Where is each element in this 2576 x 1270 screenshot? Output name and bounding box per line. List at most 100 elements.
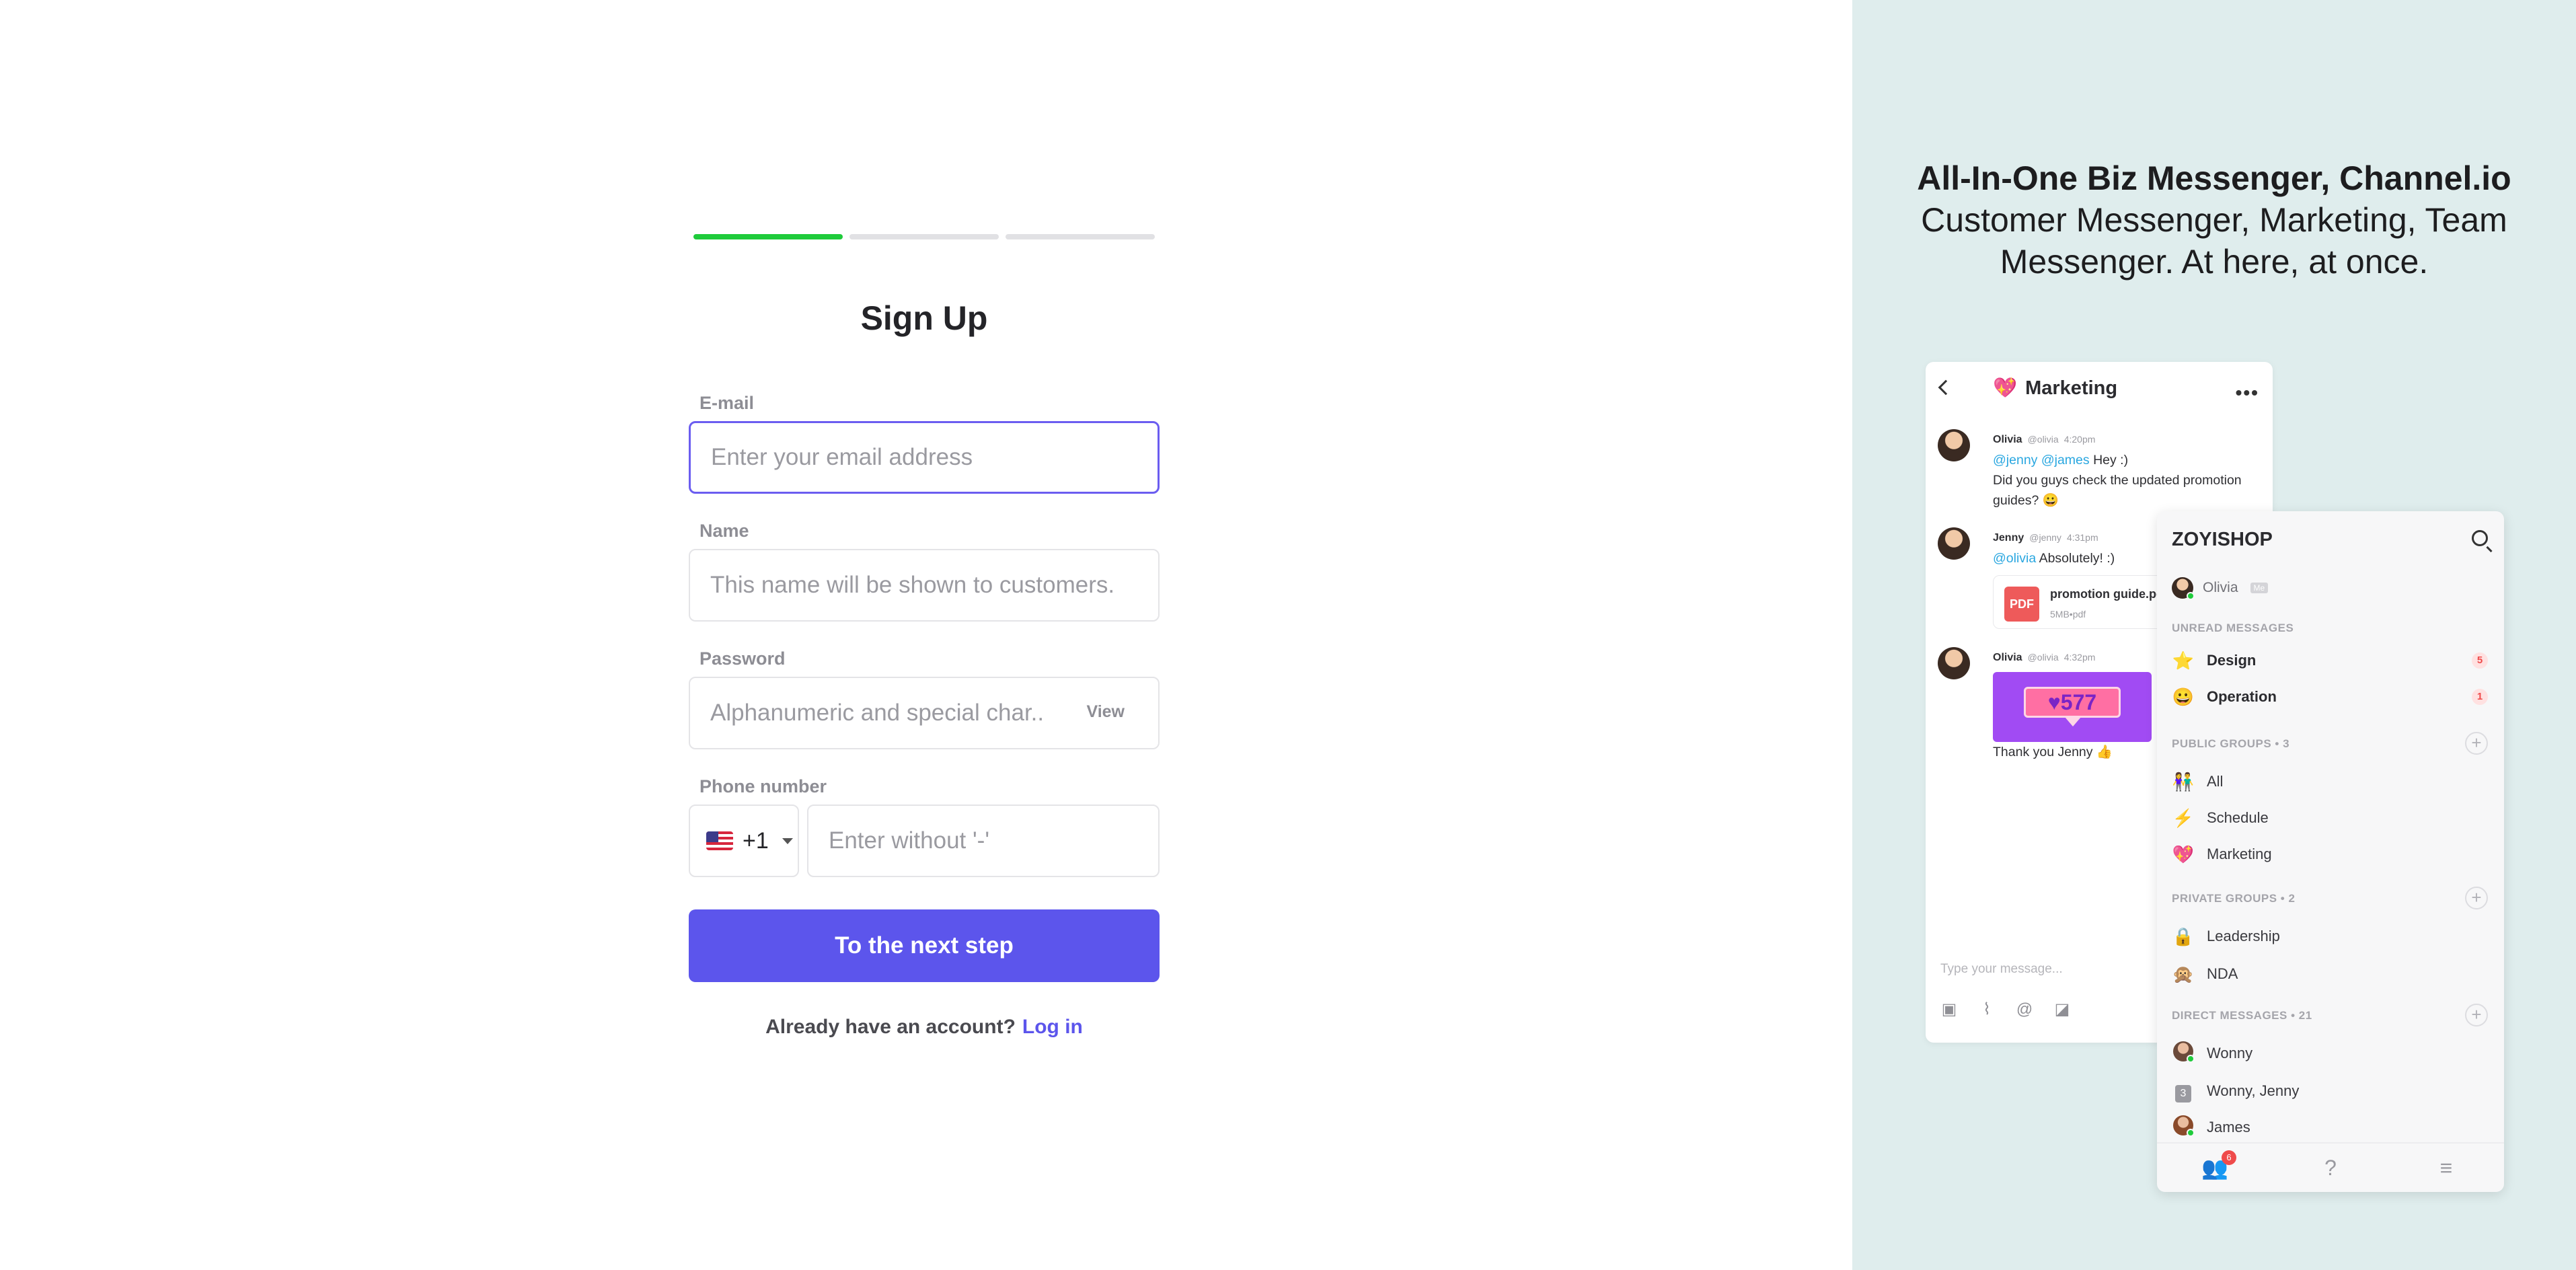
sidebar-item-operation[interactable]: 😀 Operation 1 bbox=[2172, 683, 2491, 710]
private-groups-header: PRIVATE GROUPS • 2 bbox=[2172, 892, 2296, 905]
avatar bbox=[1938, 429, 1970, 461]
login-link[interactable]: Log in bbox=[1022, 1016, 1083, 1038]
unread-badge: 5 bbox=[2472, 652, 2488, 669]
message-author: Olivia bbox=[1993, 434, 2022, 445]
image-icon[interactable]: ▣ bbox=[1940, 1001, 1958, 1018]
view-password-button[interactable]: View bbox=[1086, 702, 1125, 722]
monkey-icon: 🙊 bbox=[2172, 963, 2195, 984]
workspace-name: ZOYISHOP bbox=[2172, 529, 2273, 550]
message-author: Olivia bbox=[1993, 652, 2022, 663]
more-icon[interactable]: ••• bbox=[2236, 382, 2259, 404]
current-user[interactable]: Olivia Me bbox=[2172, 577, 2269, 600]
tab-badge: 6 bbox=[2222, 1150, 2236, 1165]
sidebar-item-design[interactable]: ⭐ Design 5 bbox=[2172, 647, 2491, 674]
file-size: 5MB•pdf bbox=[2050, 609, 2086, 620]
mention-icon[interactable]: @ bbox=[2016, 1001, 2033, 1018]
phone-field[interactable] bbox=[808, 806, 1158, 876]
sidebar-item-label: Operation bbox=[2207, 688, 2277, 705]
sidebar-item-leadership[interactable]: 🔒 Leadership bbox=[2172, 923, 2491, 950]
sidebar-item-label: All bbox=[2207, 773, 2224, 790]
avatar bbox=[2172, 577, 2195, 600]
country-code: +1 bbox=[743, 827, 769, 854]
phone-label: Phone number bbox=[699, 776, 827, 796]
headline-title: All-In-One Biz Messenger, Channel.io bbox=[1917, 159, 2511, 197]
help-icon[interactable]: ? bbox=[2317, 1154, 2344, 1181]
sidebar-item-nda[interactable]: 🙊 NDA bbox=[2172, 961, 2491, 987]
pdf-icon: PDF bbox=[2004, 587, 2039, 622]
login-prompt: Already have an account? Log in bbox=[689, 1016, 1160, 1039]
signup-progress-bar bbox=[693, 234, 1155, 239]
sidebar-item-label: Wonny, Jenny bbox=[2207, 1082, 2300, 1099]
mention[interactable]: @olivia bbox=[1993, 551, 2036, 566]
add-direct-message-button[interactable]: + bbox=[2465, 1004, 2488, 1026]
promo-image[interactable]: ♥577 bbox=[1993, 672, 2152, 742]
team-icon[interactable]: 👥 6 bbox=[2201, 1150, 2236, 1181]
star-icon: ⭐ bbox=[2172, 650, 2195, 671]
chat-title: 💖 Marketing bbox=[1993, 377, 2118, 399]
name-field[interactable] bbox=[690, 550, 1158, 620]
online-indicator bbox=[2187, 592, 2195, 600]
message-time: 4:31pm bbox=[2066, 532, 2098, 543]
avatar bbox=[1938, 647, 1970, 679]
message-handle: @olivia bbox=[2027, 434, 2059, 445]
menu-icon[interactable]: ≡ bbox=[2433, 1154, 2460, 1181]
name-field-box[interactable] bbox=[689, 549, 1160, 622]
sidebar-item-schedule[interactable]: ⚡ Schedule bbox=[2172, 805, 2491, 831]
like-count-badge: ♥577 bbox=[2024, 687, 2121, 726]
country-code-select[interactable]: +1 bbox=[689, 805, 799, 877]
sidebar-item-james[interactable]: James bbox=[2172, 1114, 2491, 1141]
unread-header: UNREAD MESSAGES bbox=[2172, 622, 2294, 634]
sidebar-item-wonny[interactable]: Wonny bbox=[2172, 1040, 2491, 1067]
online-indicator bbox=[2187, 1128, 2195, 1137]
file-name: promotion guide.pdf bbox=[2050, 587, 2168, 601]
sidebar-tab-bar: 👥 6 ? ≡ bbox=[2157, 1142, 2504, 1192]
lock-icon: 🔒 bbox=[2172, 926, 2195, 946]
search-icon[interactable] bbox=[2472, 530, 2488, 546]
sidebar-item-marketing[interactable]: 💖 Marketing bbox=[2172, 841, 2491, 868]
add-public-group-button[interactable]: + bbox=[2465, 732, 2488, 755]
us-flag-icon bbox=[706, 831, 733, 850]
email-label: E-mail bbox=[699, 393, 755, 413]
sidebar-item-label: NDA bbox=[2207, 965, 2238, 982]
progress-step-3 bbox=[1006, 234, 1155, 239]
password-field-box[interactable]: View bbox=[689, 677, 1160, 749]
sticker-icon[interactable]: ◪ bbox=[2053, 1001, 2071, 1018]
add-private-group-button[interactable]: + bbox=[2465, 887, 2488, 909]
next-step-button[interactable]: To the next step bbox=[689, 909, 1160, 982]
people-icon: 👫 bbox=[2172, 771, 2195, 792]
back-arrow-icon[interactable] bbox=[1938, 379, 1954, 396]
mention[interactable]: @jenny @james bbox=[1993, 453, 2090, 468]
chat-toolbar: ▣ ⌇ @ ◪ bbox=[1940, 1001, 2071, 1018]
message-time: 4:32pm bbox=[2063, 652, 2096, 663]
sidebar-item-all[interactable]: 👫 All bbox=[2172, 768, 2491, 795]
user-name: Olivia bbox=[2203, 580, 2238, 595]
message-handle: @jenny bbox=[2029, 532, 2061, 543]
smile-icon: 😀 bbox=[2172, 686, 2195, 707]
sidebar-item-label: Schedule bbox=[2207, 809, 2269, 826]
message-text: Absolutely! :) bbox=[2036, 551, 2115, 566]
direct-messages-header: DIRECT MESSAGES • 21 bbox=[2172, 1009, 2312, 1022]
public-groups-header: PUBLIC GROUPS • 3 bbox=[2172, 737, 2290, 750]
phone-field-box[interactable] bbox=[807, 805, 1160, 877]
message-text: Did you guys check the updated promotion… bbox=[1993, 473, 2242, 508]
chat-header: 💖 Marketing ••• bbox=[1926, 362, 2273, 416]
heart-icon: 💖 bbox=[2172, 844, 2195, 864]
message-author: Jenny bbox=[1993, 532, 2024, 544]
heart-icon: 💖 bbox=[1993, 377, 2018, 399]
lightning-icon: ⚡ bbox=[2172, 807, 2195, 828]
file-attachment[interactable]: PDF promotion guide.pdf 5MB•pdf bbox=[1993, 575, 2181, 629]
message-text: Hey :) bbox=[2089, 453, 2129, 468]
avatar bbox=[2172, 1041, 2195, 1066]
email-field-box[interactable] bbox=[689, 421, 1160, 494]
sidebar-item-label: Design bbox=[2207, 652, 2257, 669]
attach-icon[interactable]: ⌇ bbox=[1978, 1001, 1996, 1018]
sidebar-item-wonny-jenny[interactable]: 3 Wonny, Jenny bbox=[2172, 1078, 2491, 1105]
name-label: Name bbox=[699, 521, 749, 541]
chevron-down-icon bbox=[782, 837, 793, 844]
workspace-sidebar: ZOYISHOP Olivia Me UNREAD MESSAGES ⭐ Des… bbox=[2157, 511, 2504, 1192]
progress-step-2 bbox=[849, 234, 999, 239]
group-count-icon: 3 bbox=[2172, 1080, 2195, 1103]
progress-step-1 bbox=[693, 234, 843, 239]
headline-line-2: Customer Messenger, Marketing, Team bbox=[1921, 201, 2507, 239]
email-field[interactable] bbox=[691, 423, 1158, 492]
